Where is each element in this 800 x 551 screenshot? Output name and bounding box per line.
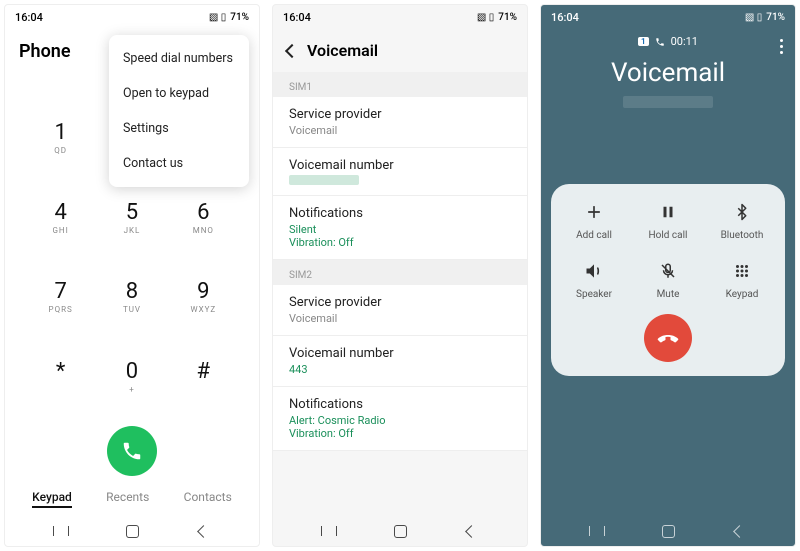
status-icons: ▧ ▯ 71% [745,12,785,23]
call-duration-bar: 1 00:11 [541,29,795,48]
menu-settings[interactable]: Settings [109,111,249,146]
nav-back-button[interactable] [456,524,486,538]
tab-keypad[interactable]: Keypad [32,490,72,508]
sim1-notifications[interactable]: Notifications Silent Vibration: Off [273,196,527,260]
status-time: 16:04 [283,11,311,24]
nav-home-button[interactable] [653,524,683,538]
key-9[interactable]: 9WXYZ [168,281,239,337]
add-call-button[interactable]: Add call [557,200,631,241]
key-0[interactable]: 0+ [96,361,167,417]
phone-icon [121,440,143,462]
hangup-icon [656,326,680,350]
status-bar: 16:04 ▧ ▯ 71% [273,5,527,29]
active-call-screen: 16:04 ▧ ▯ 71% 1 00:11 Voicemail Add call… [540,4,796,547]
sim2-voicemail-number[interactable]: Voicemail number 443 [273,336,527,387]
nav-bar [541,516,795,546]
nav-recents-button[interactable] [582,524,612,538]
key-5[interactable]: 5JKL [96,202,167,258]
callee-number [623,96,713,108]
status-time: 16:04 [551,11,579,24]
voicemail-settings-screen: 16:04 ▧ ▯ 71% Voicemail SIM1 Service pro… [272,4,528,547]
key-star[interactable]: * [25,361,96,417]
phone-icon [655,37,665,47]
menu-speed-dial[interactable]: Speed dial numbers [109,41,249,76]
nav-home-button[interactable] [117,524,147,538]
key-7[interactable]: 7PQRS [25,281,96,337]
sim2-notifications[interactable]: Notifications Alert: Cosmic Radio Vibrat… [273,387,527,451]
sim1-service-provider[interactable]: Service provider Voicemail [273,97,527,148]
keypad-icon [730,259,754,283]
nav-bar [5,516,259,546]
end-call-button[interactable] [644,314,692,362]
status-icons: ▧ ▯ 71% [209,12,249,23]
mute-icon [656,259,680,283]
bluetooth-icon [730,200,754,224]
callee-name: Voicemail [541,58,795,88]
mute-button[interactable]: Mute [631,259,705,300]
status-bar: 16:04 ▧ ▯ 71% [541,5,795,29]
speaker-icon [582,259,606,283]
nav-back-button[interactable] [724,524,754,538]
sim2-label: SIM2 [273,260,527,285]
status-time: 16:04 [15,11,43,24]
hold-call-button[interactable]: Hold call [631,200,705,241]
key-6[interactable]: 6MNO [168,202,239,258]
nav-recents-button[interactable] [46,524,76,538]
pause-icon [656,200,680,224]
call-controls-panel: Add call Hold call Bluetooth Speaker Mut… [551,184,785,376]
nav-recents-button[interactable] [314,524,344,538]
sim1-label: SIM1 [273,72,527,97]
menu-open-keypad[interactable]: Open to keypad [109,76,249,111]
key-1[interactable]: 1QD [25,122,96,178]
settings-header: Voicemail [273,29,527,72]
nav-back-button[interactable] [188,524,218,538]
status-bar: 16:04 ▧ ▯ 71% [5,5,259,29]
call-button[interactable] [107,426,157,476]
sim1-voicemail-number[interactable]: Voicemail number [273,148,527,196]
tab-recents[interactable]: Recents [106,490,149,508]
sim2-service-provider[interactable]: Service provider Voicemail [273,285,527,336]
status-icons: ▧ ▯ 71% [477,12,517,23]
bluetooth-button[interactable]: Bluetooth [705,200,779,241]
menu-contact-us[interactable]: Contact us [109,146,249,181]
bottom-tabs: Keypad Recents Contacts [5,486,259,516]
overflow-menu: Speed dial numbers Open to keypad Settin… [109,35,249,187]
speaker-button[interactable]: Speaker [557,259,631,300]
plus-icon [582,200,606,224]
nav-bar [273,516,527,546]
key-4[interactable]: 4GHI [25,202,96,258]
key-8[interactable]: 8TUV [96,281,167,337]
phone-dialer-screen: 16:04 ▧ ▯ 71% Phone Speed dial numbers O… [4,4,260,547]
nav-home-button[interactable] [385,524,415,538]
keypad-button[interactable]: Keypad [705,259,779,300]
back-icon[interactable] [285,43,299,57]
key-hash[interactable]: # [168,361,239,417]
more-options-button[interactable] [780,39,783,54]
sim-badge: 1 [638,37,649,46]
settings-title: Voicemail [307,41,378,60]
call-duration: 00:11 [671,35,698,48]
tab-contacts[interactable]: Contacts [184,490,232,508]
